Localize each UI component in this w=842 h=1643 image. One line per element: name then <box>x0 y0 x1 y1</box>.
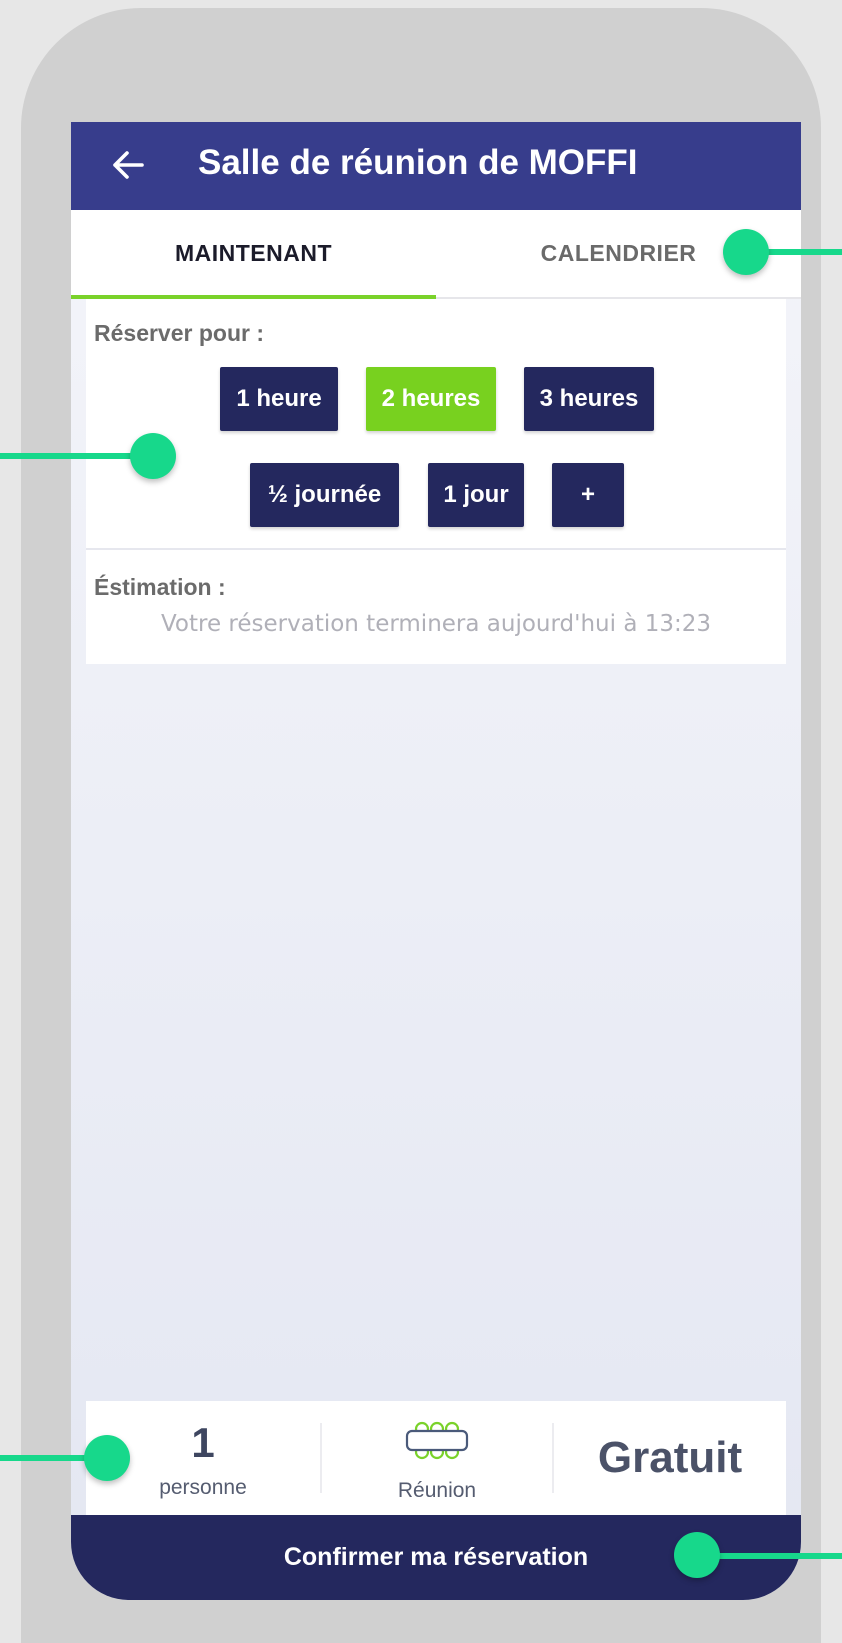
hotspot-marker <box>674 1532 720 1578</box>
duration-3-hours-button[interactable]: 3 heures <box>524 367 654 431</box>
booking-panel: Réserver pour : 1 heure 2 heures 3 heure… <box>86 299 786 664</box>
estimate-text: Votre réservation terminera aujourd'hui … <box>160 611 712 637</box>
back-button[interactable] <box>103 140 153 190</box>
hotspot-marker <box>130 433 176 479</box>
estimate-label: Éstimation : <box>94 574 226 600</box>
tab-maintenant[interactable]: MAINTENANT <box>71 210 436 297</box>
attendee-count-label: personne <box>159 1476 247 1499</box>
more-durations-button[interactable]: + <box>552 463 624 527</box>
tab-bar: MAINTENANT CALENDRIER <box>71 210 801 299</box>
reserve-for-label: Réserver pour : <box>94 320 265 346</box>
divider <box>86 548 786 550</box>
space-type-label: Réunion <box>397 1479 477 1502</box>
arrow-left-icon <box>113 151 144 179</box>
meeting-table-icon <box>405 1421 469 1460</box>
hotspot-line <box>0 453 150 459</box>
duration-half-day-button[interactable]: ½ journée <box>250 463 399 527</box>
summary-bar: 1 personne Réunion Gratuit <box>86 1401 786 1515</box>
app-bar: Salle de réunion de MOFFI <box>71 122 801 210</box>
page-title: Salle de réunion de MOFFI <box>198 143 638 182</box>
app-screen: Salle de réunion de MOFFI MAINTENANT CAL… <box>71 122 801 1600</box>
hotspot-marker <box>84 1435 130 1481</box>
price-label: Gratuit <box>597 1433 743 1482</box>
duration-1-hour-button[interactable]: 1 heure <box>220 367 338 431</box>
duration-1-day-button[interactable]: 1 jour <box>428 463 524 527</box>
hotspot-line <box>712 1553 842 1559</box>
hotspot-marker <box>723 229 769 275</box>
hotspot-line <box>760 249 842 255</box>
duration-2-hours-button[interactable]: 2 heures <box>366 367 496 431</box>
